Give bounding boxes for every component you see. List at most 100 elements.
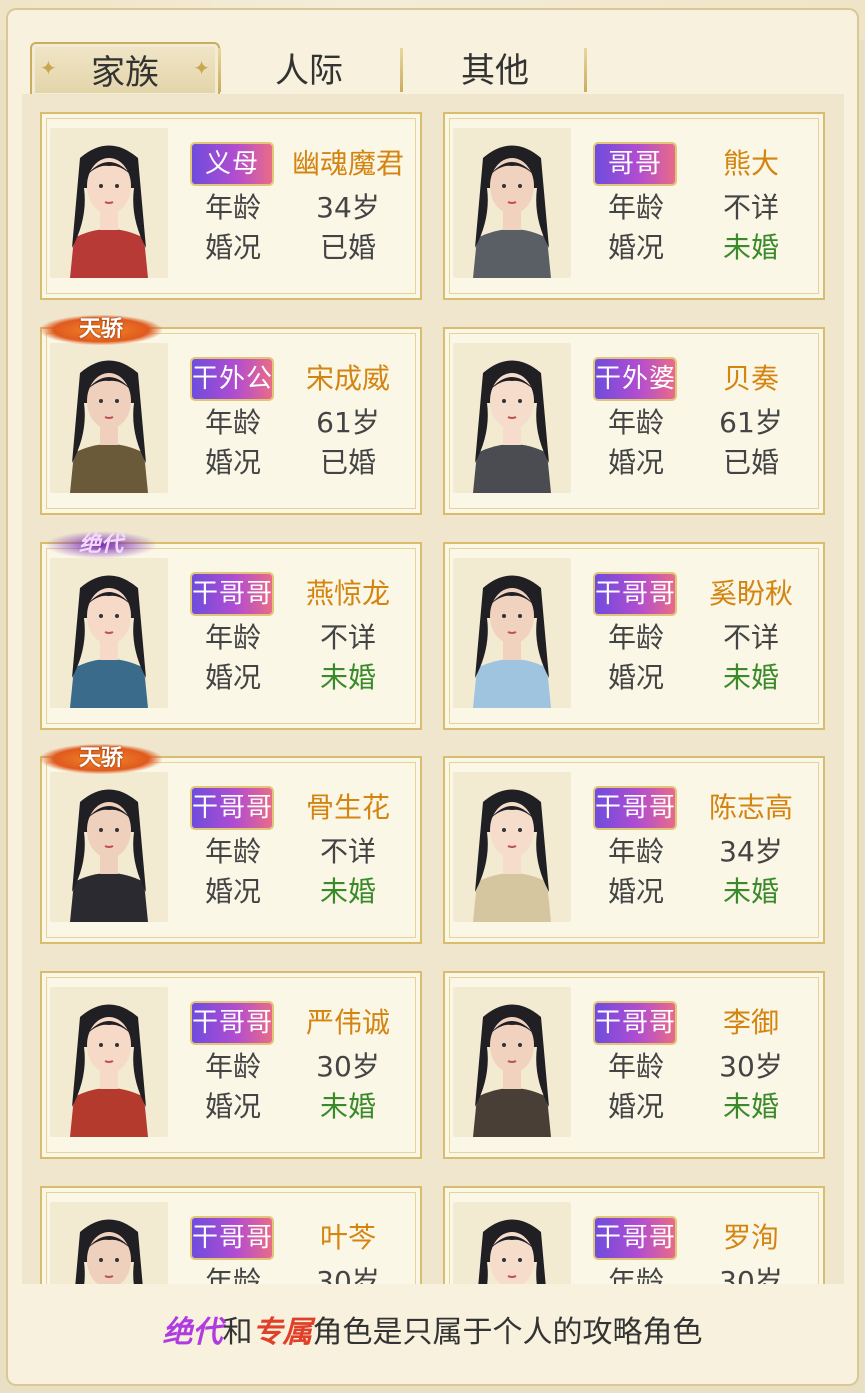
age-value: 61岁	[316, 406, 380, 439]
age-label: 年龄	[607, 621, 664, 654]
age-value: 不详	[319, 621, 376, 654]
character-portrait	[453, 343, 571, 493]
marriage-value: 已婚	[319, 446, 376, 479]
character-card[interactable]: 干外婆 贝奏 年龄 61岁 婚况 已婚	[443, 327, 825, 515]
character-portrait	[453, 128, 571, 278]
character-card[interactable]: 义母 幽魂魔君 年龄 34岁婚况 已婚	[40, 112, 422, 300]
age-label: 年龄	[204, 621, 261, 654]
marriage-label: 婚况	[204, 446, 261, 479]
tab-divider	[584, 48, 587, 92]
character-portrait	[50, 1202, 168, 1284]
character-portrait	[453, 772, 571, 922]
sparkle-icon: ✦	[193, 56, 210, 80]
character-list[interactable]: 义母 幽魂魔君 年龄 34岁 婚况 已婚 哥哥 熊大 年龄 不详 婚况 未婚 天骄 干外公 宋成威 年龄 61岁…	[22, 94, 844, 1284]
character-portrait	[50, 558, 168, 708]
marriage-value: 已婚	[319, 231, 376, 264]
tab-family[interactable]: ✦ 家族 ✦	[30, 42, 220, 96]
age-value: 30岁	[719, 1050, 783, 1083]
relation-tag: 干哥哥	[595, 1003, 675, 1043]
age-value: 34岁	[316, 191, 380, 224]
character-name: 罗洵	[722, 1221, 779, 1254]
marriage-label: 婚况	[607, 875, 664, 908]
marriage-label: 婚况	[607, 1090, 664, 1123]
age-value: 30岁	[316, 1050, 380, 1083]
character-card[interactable]: 干哥哥 李御 年龄 30岁 婚况 未婚	[443, 971, 825, 1159]
rarity-badge: 天骄	[40, 744, 162, 774]
marriage-label: 婚况	[607, 661, 664, 694]
tab-family-label: 家族	[91, 53, 159, 93]
age-label: 年龄	[204, 1050, 261, 1083]
character-name: 燕惊龙	[305, 577, 390, 610]
marriage-label: 婚况	[204, 1090, 261, 1123]
age-label: 年龄	[204, 835, 261, 868]
tab-other-label: 其他	[461, 51, 529, 91]
character-card[interactable]: 干哥哥 罗洵 年龄 30岁	[443, 1186, 825, 1284]
relation-tag: 干哥哥	[192, 574, 272, 614]
age-value: 30岁	[719, 1265, 783, 1284]
character-name: 宋成威	[305, 362, 390, 395]
rarity-badge: 天骄	[40, 315, 162, 345]
marriage-value: 已婚	[722, 446, 779, 479]
character-name: 贝奏	[722, 362, 779, 395]
relation-tag: 干哥哥	[595, 574, 675, 614]
character-name: 李御	[722, 1006, 779, 1039]
footer-text: 角色是只属于个人的攻略角色	[312, 1315, 703, 1350]
character-name: 陈志高	[708, 791, 793, 824]
marriage-value: 未婚	[319, 661, 376, 694]
age-label: 年龄	[607, 406, 664, 439]
marriage-label: 婚况	[204, 661, 261, 694]
relation-tag: 干哥哥	[192, 1003, 272, 1043]
character-card[interactable]: 哥哥 熊大 年龄 不详 婚况 未婚	[443, 112, 825, 300]
marriage-value: 未婚	[319, 875, 376, 908]
character-name: 熊大	[722, 147, 779, 180]
relation-tag: 义母	[192, 144, 272, 184]
relation-tag: 干外公	[192, 359, 272, 399]
relation-tag: 干哥哥	[192, 1218, 272, 1258]
character-portrait	[453, 1202, 571, 1284]
character-name: 严伟诚	[305, 1006, 390, 1039]
footer-note: 绝代和专属角色是只属于个人的攻略角色	[0, 1300, 865, 1366]
marriage-value: 未婚	[722, 661, 779, 694]
age-label: 年龄	[607, 191, 664, 224]
character-card[interactable]: 干哥哥 叶芩 年龄 30岁	[40, 1186, 422, 1284]
footer-zhuanshu: 专属	[252, 1315, 313, 1350]
character-portrait	[50, 128, 168, 278]
rarity-badge: 绝代	[40, 530, 162, 560]
sparkle-icon: ✦	[40, 56, 57, 80]
age-value: 61岁	[719, 406, 783, 439]
age-label: 年龄	[607, 1265, 664, 1284]
age-value: 不详	[319, 835, 376, 868]
character-name: 骨生花	[305, 791, 390, 824]
character-portrait	[50, 343, 168, 493]
character-card[interactable]: 干哥哥 陈志高 年龄 34岁 婚况 未婚	[443, 756, 825, 944]
relation-tag: 干外婆	[595, 359, 675, 399]
tab-social-label: 人际	[275, 51, 343, 91]
character-name: 叶芩	[319, 1221, 376, 1254]
character-name: 幽魂魔君	[291, 147, 404, 180]
marriage-value: 未婚	[722, 231, 779, 264]
character-portrait	[453, 558, 571, 708]
age-value: 34岁	[719, 835, 783, 868]
marriage-value: 未婚	[722, 875, 779, 908]
marriage-label: 婚况	[204, 231, 261, 264]
age-label: 年龄	[204, 191, 261, 224]
character-portrait	[50, 987, 168, 1137]
footer-and: 和	[222, 1315, 253, 1350]
character-card[interactable]: 干哥哥 严伟诚年龄 30岁婚况 未婚	[40, 971, 422, 1159]
character-card[interactable]: 天骄 干外公 宋成威年龄 61岁婚况 已婚	[40, 315, 422, 515]
tab-other[interactable]: 其他	[402, 42, 588, 94]
age-label: 年龄	[607, 835, 664, 868]
character-name: 奚盼秋	[708, 577, 793, 610]
character-portrait	[50, 772, 168, 922]
relation-tag: 哥哥	[595, 144, 675, 184]
character-card[interactable]: 天骄 干哥哥 骨生花 年龄 不详 婚况 未婚	[40, 744, 422, 944]
tab-bar: ✦ 家族 ✦ 人际 其他	[30, 42, 630, 96]
character-portrait	[453, 987, 571, 1137]
tab-social[interactable]: 人际	[216, 42, 402, 94]
marriage-value: 未婚	[722, 1090, 779, 1123]
character-card[interactable]: 干哥哥 奚盼秋 年龄 不详 婚况 未婚	[443, 542, 825, 730]
age-label: 年龄	[204, 1265, 261, 1284]
marriage-value: 未婚	[319, 1090, 376, 1123]
age-label: 年龄	[204, 406, 261, 439]
character-card[interactable]: 绝代 干哥哥 燕惊龙年龄 不详婚况 未婚	[40, 530, 422, 730]
